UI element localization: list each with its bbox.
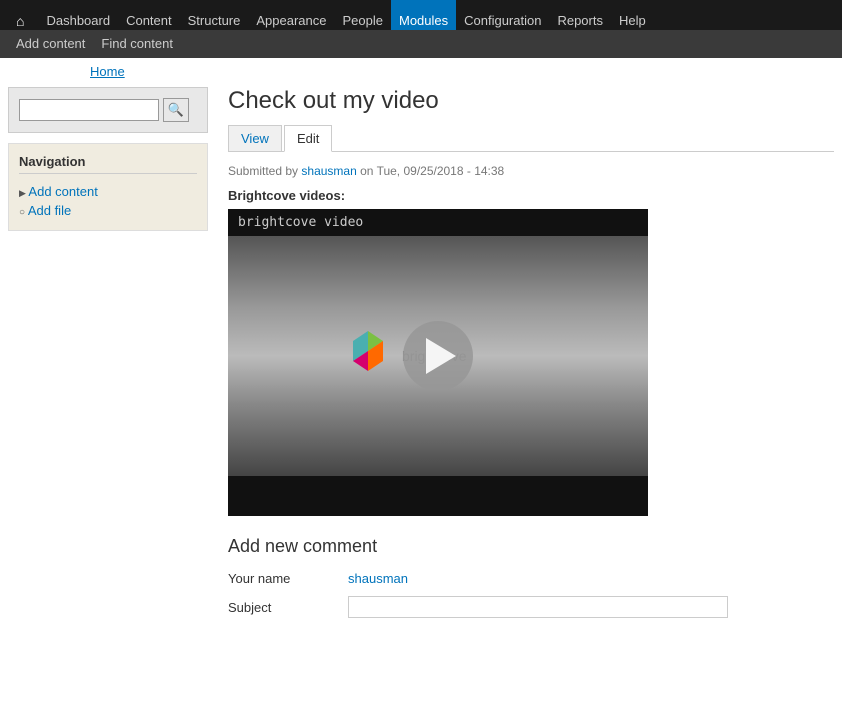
video-section-label: Brightcove videos: <box>228 188 834 203</box>
breadcrumb: Home <box>0 58 842 83</box>
nav-appearance[interactable]: Appearance <box>248 0 334 30</box>
your-name-row: Your name shausman <box>228 571 834 586</box>
author-link[interactable]: shausman <box>301 164 356 178</box>
nav-modules[interactable]: Modules <box>391 0 456 30</box>
nav-help[interactable]: Help <box>611 0 654 30</box>
sidebar: 🔍 Navigation Add content Add file <box>8 87 208 628</box>
breadcrumb-home[interactable]: Home <box>90 64 125 79</box>
top-nav: ⌂ Dashboard Content Structure Appearance… <box>0 0 842 30</box>
find-content-link[interactable]: Find content <box>93 30 181 58</box>
nav-structure[interactable]: Structure <box>180 0 249 30</box>
navigation-block: Navigation Add content Add file <box>8 143 208 231</box>
nav-configuration[interactable]: Configuration <box>456 0 549 30</box>
video-header: brightcove video <box>228 209 648 236</box>
submitted-info: Submitted by shausman on Tue, 09/25/2018… <box>228 164 834 178</box>
subject-input[interactable] <box>348 596 728 618</box>
comment-title: Add new comment <box>228 536 834 557</box>
nav-item-add-file: Add file <box>19 201 197 220</box>
play-button[interactable] <box>403 321 473 391</box>
search-input[interactable] <box>19 99 159 121</box>
play-arrow-icon <box>426 338 456 374</box>
video-container: brightcove video brightcov <box>228 209 648 516</box>
subject-row: Subject <box>228 596 834 618</box>
add-content-link[interactable]: Add content <box>8 30 93 58</box>
submitted-text: Submitted by <box>228 164 298 178</box>
nav-content[interactable]: Content <box>118 0 180 30</box>
nav-people[interactable]: People <box>335 0 391 30</box>
navigation-list: Add content Add file <box>19 182 197 220</box>
navigation-title: Navigation <box>19 154 197 174</box>
your-name-label: Your name <box>228 571 348 586</box>
search-button[interactable]: 🔍 <box>163 98 189 122</box>
content-area: Check out my video View Edit Submitted b… <box>228 87 834 628</box>
add-file-nav-link[interactable]: Add file <box>28 203 71 218</box>
nav-dashboard[interactable]: Dashboard <box>38 0 118 30</box>
tab-edit[interactable]: Edit <box>284 125 332 152</box>
tabs: View Edit <box>228 125 834 152</box>
main-layout: 🔍 Navigation Add content Add file Check … <box>0 83 842 632</box>
video-body[interactable]: brightcove <box>228 236 648 476</box>
video-footer <box>228 476 648 516</box>
your-name-value: shausman <box>348 571 408 586</box>
search-box: 🔍 <box>8 87 208 133</box>
tab-view[interactable]: View <box>228 125 282 151</box>
add-content-nav-link[interactable]: Add content <box>28 184 97 199</box>
nav-reports[interactable]: Reports <box>549 0 611 30</box>
nav-item-add-content: Add content <box>19 182 197 201</box>
page-title: Check out my video <box>228 87 834 115</box>
comment-section: Add new comment Your name shausman Subje… <box>228 536 834 618</box>
subject-label: Subject <box>228 600 348 615</box>
submitted-date: on Tue, 09/25/2018 - 14:38 <box>360 164 504 178</box>
home-icon[interactable]: ⌂ <box>8 0 32 30</box>
